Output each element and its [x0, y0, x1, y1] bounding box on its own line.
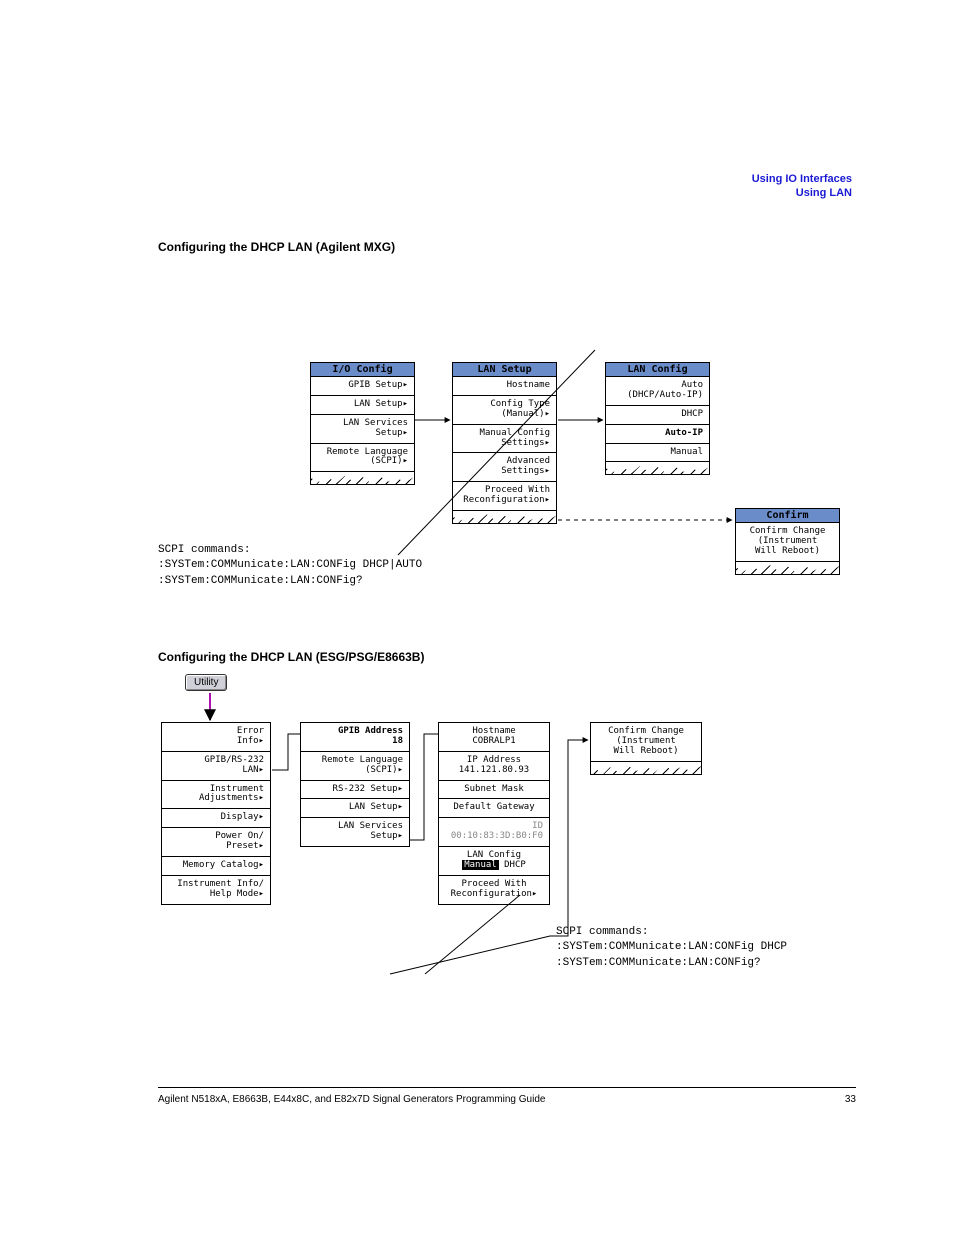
page-footer: Agilent N518xA, E8663B, E44x8C, and E82x…: [158, 1087, 856, 1105]
code-line: SCPI commands:: [556, 925, 787, 940]
menu-item: Memory Catalog▸: [161, 857, 271, 876]
code-line: :SYSTem:COMMunicate:LAN:CONFig?: [556, 956, 787, 971]
scpi-code-block-1: SCPI commands: :SYSTem:COMMunicate:LAN:C…: [158, 543, 422, 589]
menu-torn-edge: [310, 472, 415, 485]
menu-io-config-header: I/O Config: [310, 362, 415, 377]
menu-item: Default Gateway: [438, 799, 550, 818]
menu-item: Proceed With Reconfiguration▸: [438, 876, 550, 905]
menu-torn-edge: [605, 462, 710, 475]
menu-item: Instrument Adjustments▸: [161, 781, 271, 810]
menu-item: Error Info▸: [161, 723, 271, 752]
menu-item: LAN Services Setup▸: [310, 415, 415, 444]
header-line1: Using IO Interfaces: [752, 172, 852, 186]
menu-item: Instrument Info/ Help Mode▸: [161, 876, 271, 905]
code-line: :SYSTem:COMMunicate:LAN:CONFig DHCP|AUTO: [158, 558, 422, 573]
menu-item-lanconfig: LAN ConfigManual DHCP: [438, 847, 550, 876]
menu-item: RS-232 Setup▸: [300, 781, 410, 800]
code-line: :SYSTem:COMMunicate:LAN:CONFig?: [158, 574, 422, 589]
menu-item: Hostname COBRALP1: [438, 723, 550, 752]
menu-item: ID 00:10:83:3D:B0:F0: [438, 818, 550, 847]
page-header-right: Using IO Interfaces Using LAN: [752, 172, 852, 201]
code-line: SCPI commands:: [158, 543, 422, 558]
utility-button[interactable]: Utility: [185, 674, 227, 691]
code-line: :SYSTem:COMMunicate:LAN:CONFig DHCP: [556, 940, 787, 955]
menu-confirm-header: Confirm: [735, 508, 840, 523]
menu-torn-edge: [452, 511, 557, 524]
menu-item: Power On/ Preset▸: [161, 828, 271, 857]
menu-item: Remote Language (SCPI)▸: [310, 444, 415, 473]
footer-left: Agilent N518xA, E8663B, E44x8C, and E82x…: [158, 1094, 545, 1105]
menu-item: LAN Setup▸: [310, 396, 415, 415]
section2-title: Configuring the DHCP LAN (ESG/PSG/E8663B…: [158, 650, 424, 664]
menu-lan-setup: LAN Setup Hostname Config Type (Manual)▸…: [452, 362, 557, 524]
menu-item: GPIB/RS-232 LAN▸: [161, 752, 271, 781]
menu-torn-edge: [735, 562, 840, 575]
menu-confirm2: Confirm Change (Instrument Will Reboot): [590, 722, 702, 775]
menu-item-highlight: GPIB Address 18: [300, 723, 410, 752]
menu-item: Advanced Settings▸: [452, 453, 557, 482]
menu-confirm: Confirm Confirm Change (Instrument Will …: [735, 508, 840, 575]
footer-page-number: 33: [845, 1094, 856, 1105]
scpi-code-block-2: SCPI commands: :SYSTem:COMMunicate:LAN:C…: [556, 925, 787, 971]
menu-item: Manual Config Settings▸: [452, 425, 557, 454]
menu-item: LAN Setup▸: [300, 799, 410, 818]
menu-item: Hostname: [452, 377, 557, 396]
menu-item: GPIB Setup▸: [310, 377, 415, 396]
menu-item-highlight: Auto-IP: [605, 425, 710, 444]
menu-io-config: I/O Config GPIB Setup▸ LAN Setup▸ LAN Se…: [310, 362, 415, 485]
menu-item: Auto (DHCP/Auto-IP): [605, 377, 710, 406]
menu-item: Confirm Change (Instrument Will Reboot): [590, 723, 702, 762]
menu-lan-setup-header: LAN Setup: [452, 362, 557, 377]
menu-item: Manual: [605, 444, 710, 463]
menu-item: IP Address 141.121.80.93: [438, 752, 550, 781]
menu-gpib-rs232: GPIB Address 18 Remote Language (SCPI)▸ …: [300, 722, 410, 847]
menu-item: DHCP: [605, 406, 710, 425]
menu-item: Display▸: [161, 809, 271, 828]
menu-item: Remote Language (SCPI)▸: [300, 752, 410, 781]
header-line2: Using LAN: [752, 186, 852, 200]
menu-item: Subnet Mask: [438, 781, 550, 800]
menu-utility: Error Info▸ GPIB/RS-232 LAN▸ Instrument …: [161, 722, 271, 905]
menu-item: Confirm Change (Instrument Will Reboot): [735, 523, 840, 562]
menu-lan-config-header: LAN Config: [605, 362, 710, 377]
menu-item: LAN Services Setup▸: [300, 818, 410, 847]
menu-lan-config: LAN Config Auto (DHCP/Auto-IP) DHCP Auto…: [605, 362, 710, 475]
menu-lan-details: Hostname COBRALP1 IP Address 141.121.80.…: [438, 722, 550, 905]
menu-item: Proceed With Reconfiguration▸: [452, 482, 557, 511]
menu-item: Config Type (Manual)▸: [452, 396, 557, 425]
menu-torn-edge: [590, 762, 702, 775]
section1-title: Configuring the DHCP LAN (Agilent MXG): [158, 240, 395, 254]
